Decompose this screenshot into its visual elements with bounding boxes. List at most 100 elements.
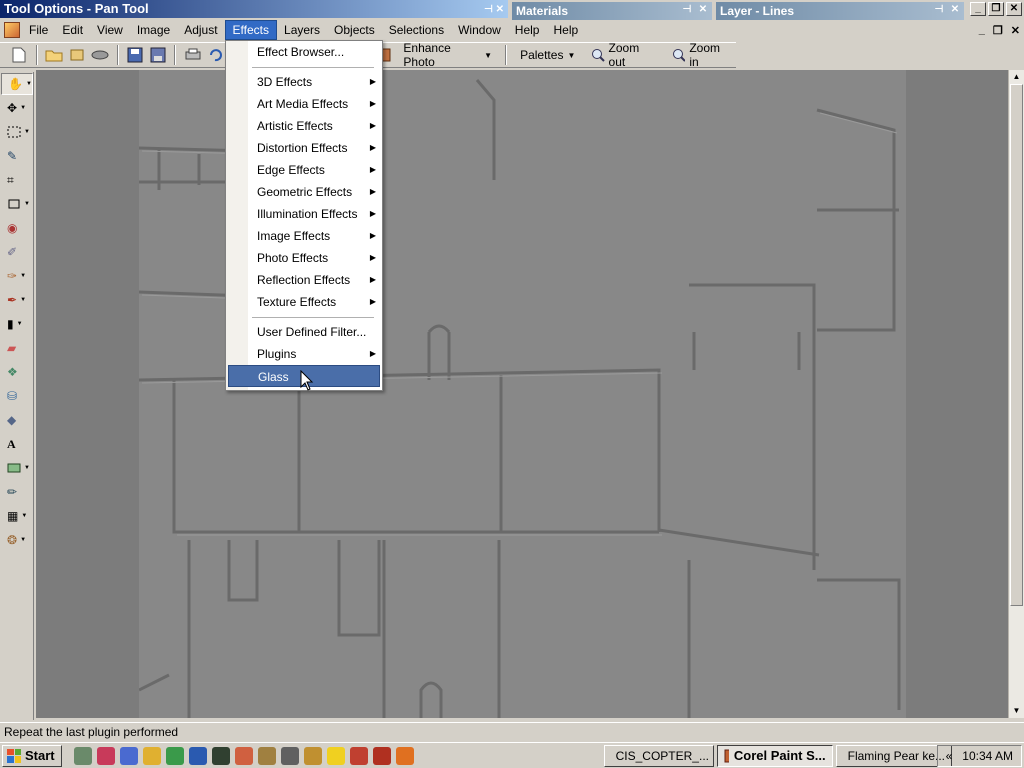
text-icon: A — [7, 436, 16, 451]
menu-layers[interactable]: Layers — [277, 21, 327, 39]
effect-browser-item[interactable]: Effect Browser... — [226, 41, 382, 63]
app-icon[interactable] — [4, 22, 20, 38]
new-file-icon[interactable] — [10, 45, 29, 65]
pan-tool[interactable]: ✋ ▼ — [1, 73, 33, 95]
picture-tube-tool[interactable]: ❖ — [1, 361, 33, 383]
scroll-up-icon[interactable]: ▲ — [1009, 70, 1024, 84]
menu-image-effects[interactable]: Image Effects ▶ — [226, 225, 382, 247]
flood-fill-tool[interactable]: ⛁ — [1, 385, 33, 407]
pen-tool[interactable]: ✏ — [1, 481, 33, 503]
dropper-tool[interactable]: ✎ — [1, 145, 33, 167]
menu-image[interactable]: Image — [130, 21, 177, 39]
dodge-tool[interactable]: ▮ ▼ — [1, 313, 33, 335]
quicklaunch-app-icon[interactable] — [280, 746, 299, 765]
scroll-thumb[interactable] — [1010, 84, 1023, 606]
quicklaunch-app-icon[interactable] — [188, 746, 207, 765]
pin-icon[interactable]: ⊣ — [484, 4, 493, 15]
quicklaunch-app-icon[interactable] — [234, 746, 253, 765]
quicklaunch-app-icon[interactable] — [211, 746, 230, 765]
undo-icon[interactable] — [206, 45, 225, 65]
pin-icon[interactable]: ⊣ — [680, 3, 694, 17]
open-folder-icon[interactable] — [45, 45, 64, 65]
menu-effects[interactable]: Effects — [224, 20, 278, 40]
warp-tool[interactable]: ▦ ▼ — [1, 505, 33, 527]
menu-art-media-effects[interactable]: Art Media Effects ▶ — [226, 93, 382, 115]
app-title-bar[interactable]: Tool Options - Pan Tool ⊣ ✕ — [0, 0, 508, 18]
print-icon[interactable] — [183, 45, 202, 65]
enhance-photo-button[interactable]: Enhance Photo ▼ — [397, 41, 498, 69]
scroll-down-icon[interactable]: ▼ — [1009, 704, 1024, 718]
pin-icon[interactable]: ⊣ — [932, 3, 946, 17]
move-tool[interactable]: ✥ ▼ — [1, 97, 33, 119]
menu-adjust[interactable]: Adjust — [177, 21, 224, 39]
crop-tool[interactable]: ⌗ — [1, 169, 33, 191]
quicklaunch-app-icon[interactable] — [395, 746, 414, 765]
pick-tool[interactable]: ▼ — [1, 193, 33, 215]
materials-palette-bar[interactable]: Materials ⊣ ✕ — [512, 2, 712, 20]
save-icon[interactable] — [126, 45, 145, 65]
quicklaunch-app-icon[interactable] — [326, 746, 345, 765]
scan-icon[interactable] — [91, 45, 110, 65]
quicklaunch-app-icon[interactable] — [119, 746, 138, 765]
save-as-icon[interactable] — [148, 45, 167, 65]
close-icon[interactable]: ✕ — [1006, 2, 1022, 16]
browse-icon[interactable] — [68, 45, 87, 65]
menu-selections[interactable]: Selections — [382, 21, 451, 39]
quicklaunch-app-icon[interactable] — [303, 746, 322, 765]
menu-file[interactable]: File — [22, 21, 55, 39]
doc-close-icon[interactable]: ✕ — [1011, 24, 1020, 37]
zoom-out-button[interactable]: Zoom out — [585, 41, 662, 69]
menu-artistic-effects[interactable]: Artistic Effects ▶ — [226, 115, 382, 137]
menu-3d-effects[interactable]: 3D Effects ▶ — [226, 71, 382, 93]
taskbar-item-flaming-pear[interactable]: Flaming Pear ke... — [835, 744, 952, 767]
menu-geometric-effects[interactable]: Geometric Effects ▶ — [226, 181, 382, 203]
quicklaunch-app-icon[interactable] — [165, 746, 184, 765]
preset-shape-tool[interactable]: ▼ — [1, 457, 33, 479]
menu-edge-effects[interactable]: Edge Effects ▶ — [226, 159, 382, 181]
menu-photo-effects[interactable]: Photo Effects ▶ — [226, 247, 382, 269]
close-icon[interactable]: ✕ — [696, 3, 710, 17]
selection-tool[interactable]: ▼ — [1, 121, 33, 143]
doc-restore-icon[interactable]: ❐ — [993, 24, 1003, 37]
quicklaunch-app-icon[interactable] — [73, 746, 92, 765]
menu-plugins[interactable]: Plugins ▶ — [226, 343, 382, 365]
close-icon[interactable]: ✕ — [496, 4, 504, 15]
menu-help[interactable]: Help — [508, 21, 547, 39]
close-icon[interactable]: ✕ — [948, 3, 962, 17]
menu-edit[interactable]: Edit — [55, 21, 90, 39]
menu-illumination-effects[interactable]: Illumination Effects ▶ — [226, 203, 382, 225]
quicklaunch-app-icon[interactable] — [372, 746, 391, 765]
taskbar-item-folder[interactable]: CIS_COPTER_... — [603, 744, 714, 767]
vertical-scrollbar[interactable]: ▲ ▼ — [1008, 70, 1024, 718]
quicklaunch-app-icon[interactable] — [257, 746, 276, 765]
minimize-icon[interactable]: _ — [970, 2, 986, 16]
menu-reflection-effects[interactable]: Reflection Effects ▶ — [226, 269, 382, 291]
layer-palette-bar[interactable]: Layer - Lines ⊣ ✕ — [716, 2, 964, 20]
menu-distortion-effects[interactable]: Distortion Effects ▶ — [226, 137, 382, 159]
zoom-in-button[interactable]: Zoom in — [666, 41, 736, 69]
menu-help-2[interactable]: Help — [546, 21, 585, 39]
quicklaunch-app-icon[interactable] — [96, 746, 115, 765]
menu-objects[interactable]: Objects — [327, 21, 382, 39]
doc-minimize-icon[interactable]: _ — [979, 24, 985, 37]
art-media-tool[interactable]: ❂ ▼ — [1, 529, 33, 551]
maximize-icon[interactable]: ❐ — [988, 2, 1004, 16]
clone-tool[interactable]: ✑ ▼ — [1, 265, 33, 287]
palettes-button[interactable]: Palettes ▼ — [514, 44, 581, 66]
menu-user-defined-filter[interactable]: User Defined Filter... — [226, 321, 382, 343]
taskbar-item-corel[interactable]: Corel Paint S... — [716, 744, 833, 767]
red-eye-tool[interactable]: ◉ — [1, 217, 33, 239]
menu-view[interactable]: View — [90, 21, 130, 39]
tray-expand-icon[interactable]: « — [946, 749, 953, 763]
submenu-arrow-icon: ▶ — [369, 121, 376, 130]
air-brush-tool[interactable]: ◆ — [1, 409, 33, 431]
quicklaunch-app-icon[interactable] — [142, 746, 161, 765]
menu-texture-effects[interactable]: Texture Effects ▶ — [226, 291, 382, 313]
menu-window[interactable]: Window — [451, 21, 508, 39]
start-button[interactable]: Start — [2, 744, 62, 767]
makeover-tool[interactable]: ✐ — [1, 241, 33, 263]
paint-brush-tool[interactable]: ✒ ▼ — [1, 289, 33, 311]
text-tool[interactable]: A — [1, 433, 33, 455]
quicklaunch-app-icon[interactable] — [349, 746, 368, 765]
eraser-tool[interactable]: ▰ — [1, 337, 33, 359]
